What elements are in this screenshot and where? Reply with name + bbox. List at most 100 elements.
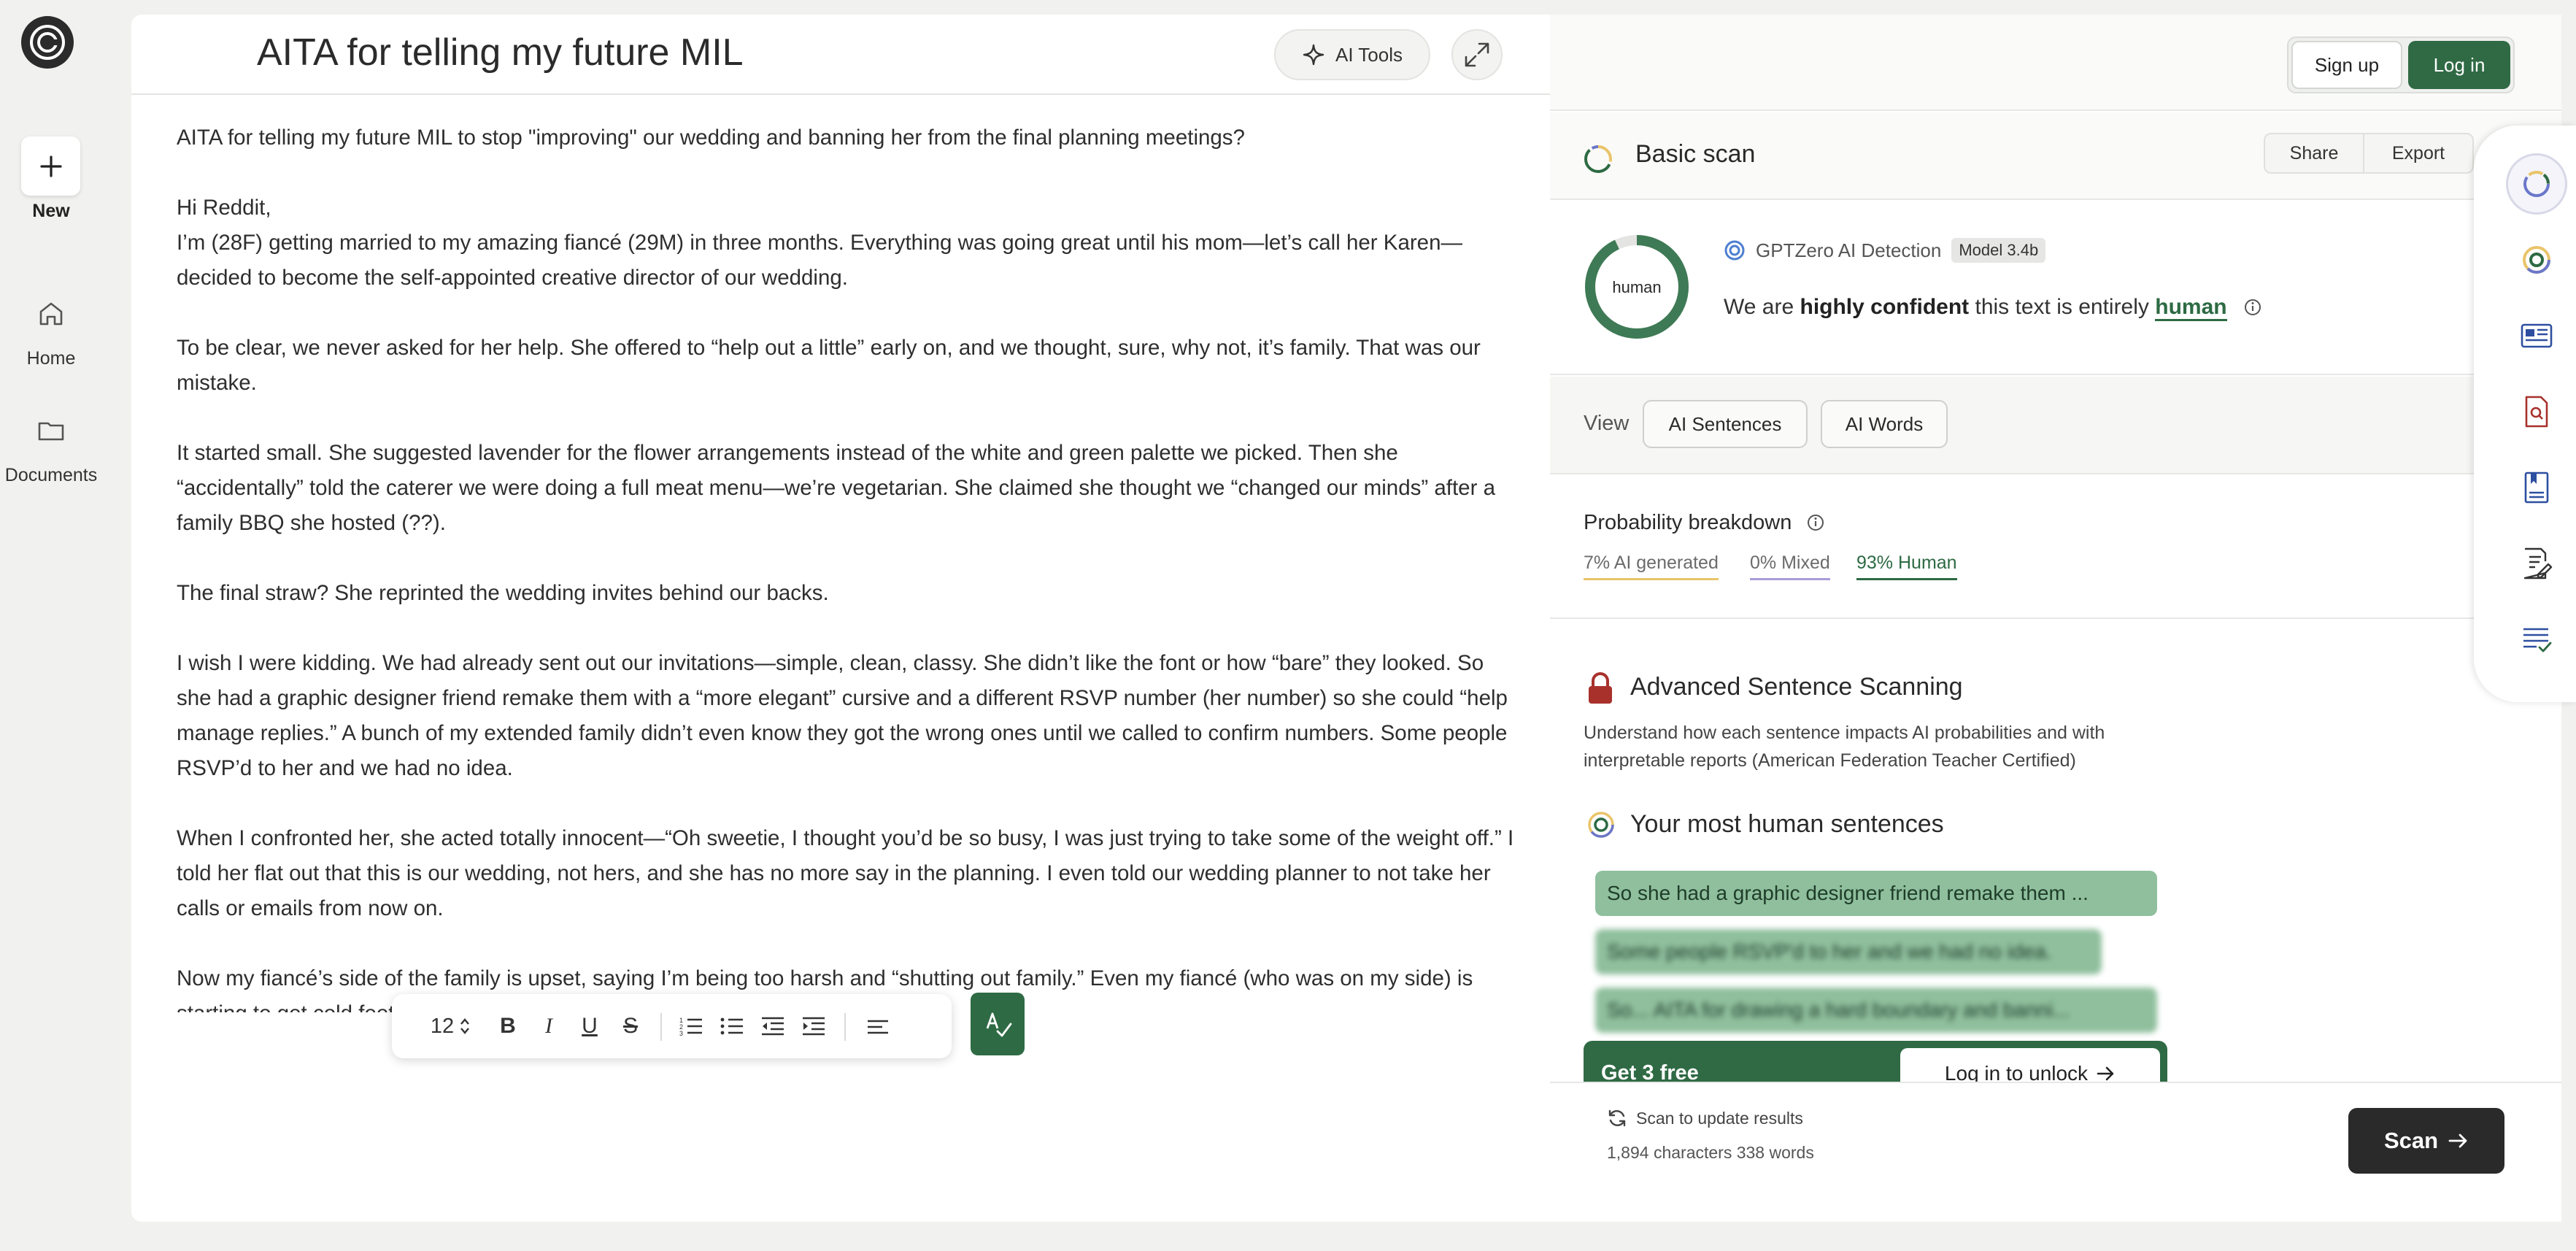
verdict-result[interactable]: human [2155,295,2227,321]
new-label: New [32,201,70,221]
font-size-value: 12 [430,1014,455,1038]
paragraph: Hi Reddit, I’m (28F) getting married to … [177,196,1462,290]
verdict-text: We are highly confident this text is ent… [1724,295,2262,321]
donut-label: human [1612,278,1661,296]
arrow-right-icon [2097,1066,2114,1081]
plus-icon [39,155,62,177]
view-toggle-row: View AI Sentences AI Words [1550,377,2561,474]
home-icon[interactable] [35,298,67,330]
title-divider [131,93,1551,95]
home-label[interactable]: Home [0,348,102,369]
underline-button[interactable]: U [571,994,608,1058]
bullet-list-button[interactable] [712,994,752,1058]
indent-button[interactable] [793,994,834,1058]
ai-tools-button[interactable]: AI Tools [1274,29,1430,80]
font-size-select[interactable]: 12 [421,994,479,1058]
paragraph: AITA for telling my future MIL to stop "… [177,126,1245,150]
scan-button-label: Scan [2383,1128,2439,1153]
detector-name: GPTZero AI Detection [1756,239,1942,261]
human-sentence[interactable]: So she had a graphic designer friend rem… [1595,871,2157,916]
refresh-icon [1608,1109,1626,1127]
advanced-scanning: Advanced Sentence Scanning Understand ho… [1550,620,2561,1143]
arrow-right-icon [2448,1133,2467,1148]
expand-button[interactable] [1451,29,1503,80]
lock-icon [1589,672,1612,704]
share-export-group: Share Export [2264,133,2474,174]
expand-icon [1465,42,1489,67]
log-in-button[interactable]: Log in [2408,41,2510,89]
info-icon[interactable] [1806,513,1825,532]
paragraph: I wish I were kidding. We had already se… [177,651,1508,780]
new-document-button[interactable] [21,136,80,196]
scan-note-text: Scan to update results [1636,1108,1803,1128]
export-button[interactable]: Export [2364,134,2472,172]
info-icon[interactable] [2243,298,2262,317]
svg-text:3: 3 [679,1030,683,1037]
outdent-icon [762,1017,784,1036]
prob-human: 93% Human [1856,553,1957,580]
gptzero-tool-icon[interactable] [2518,241,2556,279]
verdict-mid: this text is entirely [1969,295,2156,319]
prob-ai: 7% AI generated [1584,553,1719,580]
toolbar-divider [844,1013,846,1041]
paragraph: To be clear, we never asked for her help… [177,336,1481,395]
scan-note: Scan to update results [1607,1108,1803,1128]
documents-label[interactable]: Documents [0,465,102,486]
scan-footer: Scan to update results 1,894 characters … [1550,1082,2561,1222]
gptzero-color-icon [1588,812,1614,838]
human-sentences-title: Your most human sentences [1630,810,1944,838]
result-summary: human GPTZero AI Detection Model 3.4b We… [1550,200,2561,375]
document-title[interactable]: AITA for telling my future MIL [257,31,744,74]
paragraph: It started small. She suggested lavender… [177,441,1496,535]
outdent-button[interactable] [752,994,793,1058]
numbered-list-button[interactable]: 123 [671,994,712,1058]
ai-sentences-button[interactable]: AI Sentences [1643,400,1808,448]
bullet-list-icon [720,1017,743,1035]
spellcheck-icon [986,1012,1012,1037]
prob-mixed: 0% Mixed [1750,553,1830,580]
bold-button[interactable]: B [490,994,526,1058]
ai-tools-label: AI Tools [1335,43,1403,66]
sign-up-button[interactable]: Sign up [2291,41,2402,89]
detector-line: GPTZero AI Detection Model 3.4b [1724,238,2046,263]
edit-document-tool-icon[interactable] [2518,544,2556,582]
sparkle-icon [1303,44,1324,66]
panel-header: Sign up Log in [1550,15,2561,111]
scan-header: Basic scan Share Export [1550,112,2561,200]
view-label: View [1584,412,1630,435]
verdict-pre: We are [1724,295,1800,319]
scan-button[interactable]: Scan [2348,1108,2504,1174]
human-sentence: Some people RSVP'd to her and we had no … [1595,929,2102,974]
character-word-count: 1,894 characters 338 words [1607,1143,1814,1162]
italic-button[interactable]: I [531,994,567,1058]
scan-panel: Sign up Log in Basic scan Share Export h… [1550,15,2561,1222]
human-sentence: So... AITA for drawing a hard boundary a… [1595,988,2157,1033]
model-badge: Model 3.4b [1951,238,2046,263]
share-button[interactable]: Share [2265,134,2364,172]
probability-title: Probability breakdown [1584,511,1825,535]
gptzero-logo-icon[interactable] [20,15,74,69]
folder-icon[interactable] [35,415,67,447]
format-toolbar: 12 B I U S 123 [392,994,952,1058]
spellcheck-button[interactable] [971,993,1025,1055]
align-left-icon [868,1020,888,1034]
gptzero-small-icon [1724,240,1745,261]
scan-title: Basic scan [1635,140,1756,168]
reader-card-tool-icon[interactable] [2518,317,2556,355]
verdict-strong: highly confident [1800,295,1970,319]
ai-scan-tool-icon[interactable] [2518,165,2556,203]
advanced-description: Understand how each sentence impacts AI … [1584,723,2105,771]
bookmark-doc-tool-icon[interactable] [2518,469,2556,507]
document-body[interactable]: AITA for telling my future MIL to stop "… [177,120,1519,1012]
ai-words-button[interactable]: AI Words [1821,400,1948,448]
align-button[interactable] [856,994,900,1058]
paragraph: The final straw? She reprinted the weddi… [177,581,829,605]
probability-breakdown: Probability breakdown 7% AI generated 0%… [1550,476,2561,619]
left-rail: New Home Documents [0,0,102,1251]
strikethrough-button[interactable]: S [612,994,649,1058]
advanced-title: Advanced Sentence Scanning [1630,673,1963,701]
document-search-tool-icon[interactable] [2518,393,2556,431]
scan-spinner-icon [1584,145,1612,173]
probability-title-text: Probability breakdown [1584,511,1792,534]
checklist-tool-icon[interactable] [2518,620,2556,658]
